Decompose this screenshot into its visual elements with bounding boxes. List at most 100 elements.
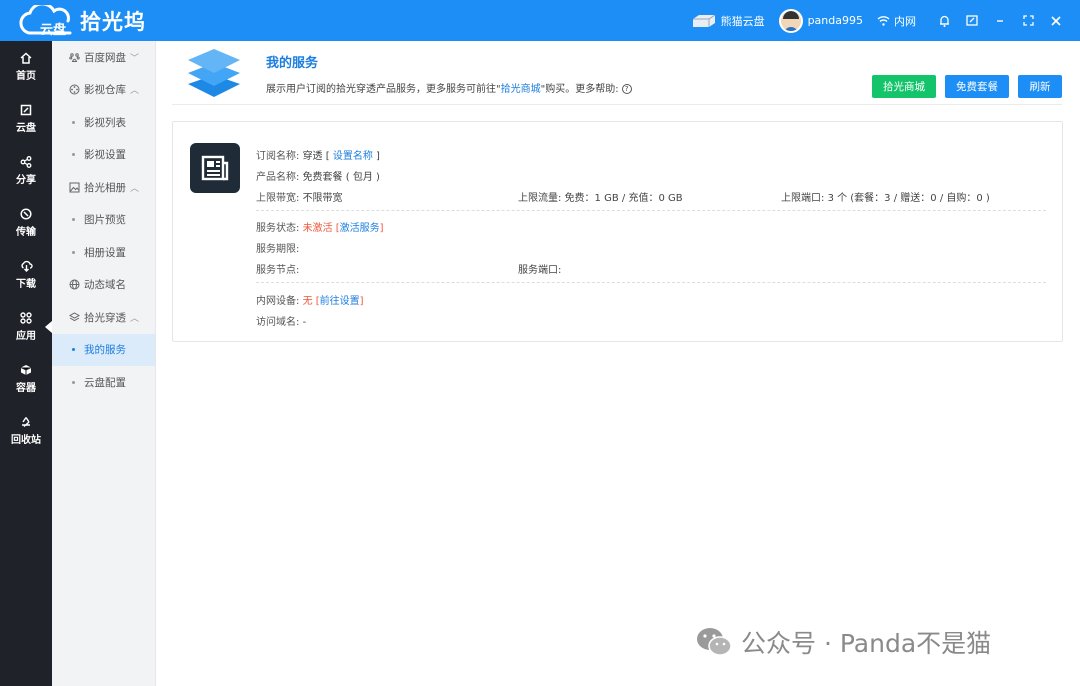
nav-container-label: 容器 xyxy=(16,383,36,394)
bullet xyxy=(72,120,75,124)
avatar xyxy=(778,8,803,33)
nav-cloud[interactable]: 云盘 xyxy=(0,93,52,145)
nav-apps-label: 应用 xyxy=(16,331,36,342)
page-description: 展示用户订阅的拾光穿透产品服务，更多服务可前往"拾光商城"购买。更多帮助:? xyxy=(266,80,632,95)
globe-icon xyxy=(68,279,80,291)
nav-container[interactable]: 容器 xyxy=(0,353,52,405)
sidebar-item-album[interactable]: 拾光相册 ︿ xyxy=(52,171,155,204)
nav-transfer-label: 传输 xyxy=(16,227,36,238)
sidebar-item-image-preview[interactable]: 图片预览 xyxy=(52,204,155,237)
nav-transfer[interactable]: 传输 xyxy=(0,197,52,249)
screenshot-button[interactable] xyxy=(958,0,986,41)
nav-download[interactable]: 下载 xyxy=(0,249,52,301)
desc-text: 展示用户订阅的拾光穿透产品服务，更多服务可前往" xyxy=(266,84,501,95)
sidebar-item-ddns[interactable]: 动态域名 xyxy=(52,269,155,302)
refresh-button[interactable]: 刷新 xyxy=(1018,75,1062,98)
status-value: 未激活 xyxy=(302,223,333,234)
chevron-up-icon: ︿ xyxy=(130,86,140,97)
network-status[interactable]: 内网 xyxy=(877,13,916,29)
title-bar: 云盘 拾光坞 熊猫云盘 panda995 内网 xyxy=(0,0,1080,41)
nav-recycle-label: 回收站 xyxy=(11,435,41,446)
layers-icon xyxy=(68,311,80,323)
device-selector[interactable]: 熊猫云盘 xyxy=(691,13,765,29)
app-logo: 云盘 拾光坞 xyxy=(18,4,158,38)
sidebar-item-label: 动态域名 xyxy=(84,279,126,292)
nav-apps[interactable]: 应用 xyxy=(0,301,52,353)
goto-settings-link[interactable]: 前往设置 xyxy=(320,296,360,307)
sidebar-item-label: 我的服务 xyxy=(84,344,126,357)
bullet xyxy=(72,250,75,254)
sidebar-item-label: 影视列表 xyxy=(84,116,126,129)
bell-icon xyxy=(939,15,949,27)
wifi-icon xyxy=(877,16,890,26)
maximize-button[interactable] xyxy=(1014,0,1042,41)
bullet xyxy=(72,218,75,222)
home-icon xyxy=(20,52,32,64)
activate-service-link[interactable]: 激活服务 xyxy=(340,223,380,234)
chevron-up-icon: ︿ xyxy=(130,313,140,324)
bandwidth-row: 上限带宽: 不限带宽 xyxy=(256,189,343,204)
lan-value: 无 xyxy=(302,296,313,307)
sidebar-item-cloud-config[interactable]: 云盘配置 xyxy=(52,366,155,399)
free-plan-button[interactable]: 免费套餐 xyxy=(945,75,1009,98)
bracket-close: ] xyxy=(379,223,384,234)
user-menu[interactable]: panda995 xyxy=(778,8,863,33)
status-label: 服务状态: xyxy=(256,223,300,234)
domain-label: 访问域名: xyxy=(256,317,300,328)
close-icon xyxy=(1051,15,1061,26)
lan-device-row: 内网设备: 无 [前往设置] xyxy=(256,292,364,307)
logo-small-text: 云盘 xyxy=(40,23,67,38)
page-title: 我的服务 xyxy=(266,56,319,71)
shop-link[interactable]: 拾光商城 xyxy=(501,84,541,95)
shop-button[interactable]: 拾光商城 xyxy=(872,75,936,98)
sidebar-item-video-warehouse[interactable]: 影视仓库 ︿ xyxy=(52,74,155,107)
sidebar-item-baidu[interactable]: 百度网盘 ﹀ xyxy=(52,41,155,74)
notification-button[interactable] xyxy=(930,0,958,41)
sidebar-item-album-settings[interactable]: 相册设置 xyxy=(52,236,155,269)
product-label: 产品名称: xyxy=(256,172,300,183)
set-name-link[interactable]: 设置名称 xyxy=(333,151,373,162)
page-header: 我的服务 展示用户订阅的拾光穿透产品服务，更多服务可前往"拾光商城"购买。更多帮… xyxy=(172,41,1062,105)
ports-value: 3 个 (套餐：3 / 赠送：0 / 自购：0 ) xyxy=(827,193,990,204)
sidebar-item-label: 百度网盘 xyxy=(84,51,126,64)
sidebar-item-tunnel[interactable]: 拾光穿透 ︿ xyxy=(52,301,155,334)
cube-icon xyxy=(20,365,32,375)
nav-cloud-label: 云盘 xyxy=(16,123,36,134)
nav-home-label: 首页 xyxy=(16,71,36,82)
device-name: 熊猫云盘 xyxy=(720,14,765,28)
newspaper-icon xyxy=(190,143,240,193)
sidebar-item-label: 拾光相册 xyxy=(84,181,126,194)
sidebar-item-video-settings[interactable]: 影视设置 xyxy=(52,139,155,172)
sidebar-item-label: 影视仓库 xyxy=(84,84,126,97)
bullet xyxy=(72,348,75,352)
nav-home[interactable]: 首页 xyxy=(0,41,52,93)
lan-label: 内网设备: xyxy=(256,296,300,307)
minimize-button[interactable] xyxy=(986,0,1014,41)
sidebar-item-video-list[interactable]: 影视列表 xyxy=(52,106,155,139)
nav-share[interactable]: 分享 xyxy=(0,145,52,197)
sidebar-item-label: 图片预览 xyxy=(84,214,126,227)
product-value: 免费套餐 ( 包月 ) xyxy=(302,172,380,183)
image-icon xyxy=(68,181,80,193)
help-icon[interactable]: ? xyxy=(621,84,632,94)
domain-row: 访问域名: - xyxy=(256,313,306,328)
traffic-value: 免费：1 GB / 充值：0 GB xyxy=(564,193,683,204)
sub-name-label: 订阅名称: xyxy=(256,151,300,162)
nav-share-label: 分享 xyxy=(16,175,36,186)
share-icon xyxy=(20,156,32,168)
sidebar-item-my-services[interactable]: 我的服务 xyxy=(52,333,155,366)
sidebar-item-label: 影视设置 xyxy=(84,149,126,162)
close-button[interactable] xyxy=(1042,0,1070,41)
service-port-label: 服务端口: xyxy=(518,265,562,276)
recycle-icon xyxy=(22,417,30,428)
fullscreen-icon xyxy=(1022,15,1034,26)
username: panda995 xyxy=(807,14,863,27)
sidebar-item-label: 云盘配置 xyxy=(84,376,126,389)
watermark-text: 公众号 · Panda不是猫 xyxy=(741,629,992,658)
bandwidth-value: 不限带宽 xyxy=(302,193,343,204)
transfer-icon xyxy=(20,208,32,220)
ports-label: 上限端口: xyxy=(781,193,825,204)
watermark: 公众号 · Panda不是猫 xyxy=(695,624,991,660)
ports-field: 上限端口: 3 个 (套餐：3 / 赠送：0 / 自购：0 ) xyxy=(781,189,990,204)
nav-recycle[interactable]: 回收站 xyxy=(0,405,52,457)
